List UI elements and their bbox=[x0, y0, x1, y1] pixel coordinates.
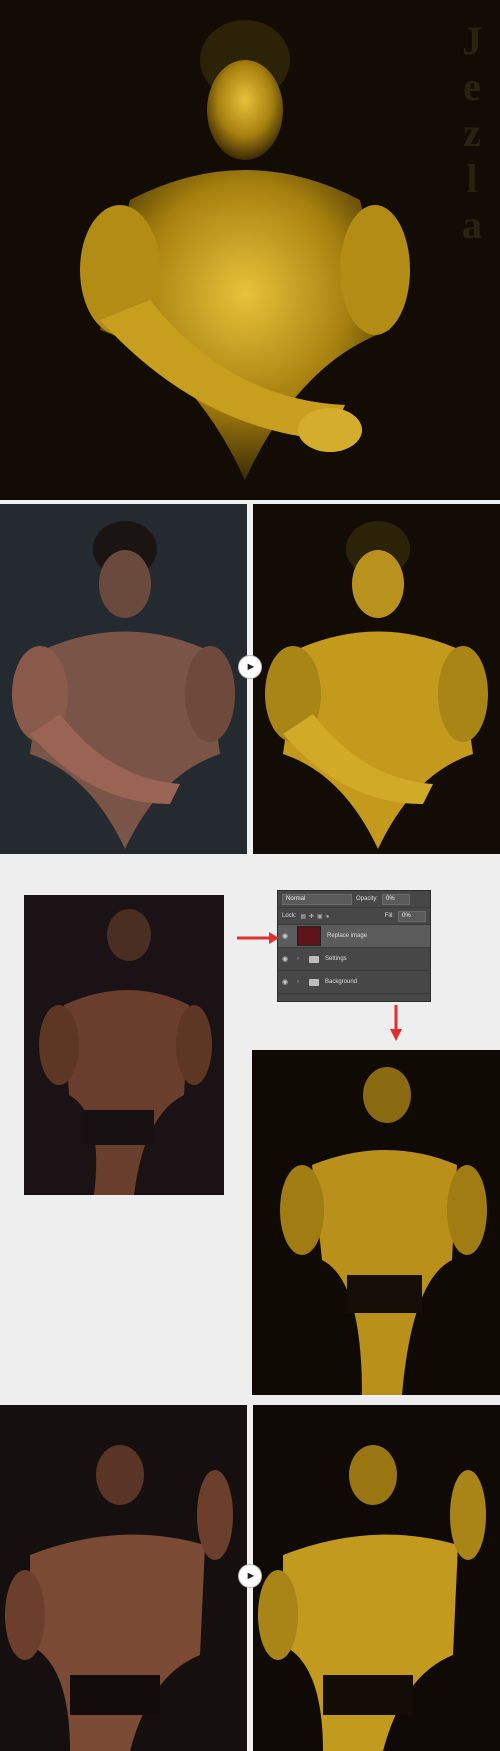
original-flex-photo bbox=[0, 1405, 247, 1751]
gold-flex-photo bbox=[253, 1405, 500, 1751]
watermark-letter: z bbox=[463, 110, 481, 155]
next-arrow-button: ► bbox=[239, 1565, 261, 1587]
layer-settings[interactable]: ◉ › Settings bbox=[278, 948, 430, 971]
blend-mode-select[interactable]: Normal bbox=[282, 893, 352, 905]
layer-name: Settings bbox=[325, 956, 347, 962]
output-gold-photo bbox=[252, 1050, 500, 1395]
next-arrow-button: ► bbox=[239, 656, 261, 678]
before-after-row-1: ► bbox=[0, 500, 500, 855]
fill-value: 0% bbox=[402, 913, 411, 919]
red-arrow-down bbox=[390, 1005, 402, 1041]
chevron-right-icon[interactable]: › bbox=[297, 979, 303, 985]
input-photo bbox=[24, 895, 224, 1195]
fill-input[interactable]: 0% bbox=[398, 910, 426, 922]
watermark-letter: J bbox=[462, 18, 482, 63]
watermark-letter: a bbox=[462, 202, 482, 247]
watermark: J e z l a bbox=[462, 18, 482, 248]
layer-name: Replace image bbox=[327, 933, 368, 939]
opacity-input[interactable]: 0% bbox=[382, 893, 411, 905]
hero-gold-photo: J e z l a bbox=[0, 0, 500, 500]
eye-icon[interactable]: ◉ bbox=[282, 978, 291, 986]
lock-icons[interactable]: ▦✚▣● bbox=[300, 913, 332, 920]
play-arrow-icon: ► bbox=[245, 1570, 257, 1582]
panel-top-bar: Normal Opacity: 0% bbox=[278, 891, 430, 908]
layer-background[interactable]: ◉ › Background bbox=[278, 971, 430, 994]
layer-name: Background bbox=[325, 979, 358, 985]
gold-result-photo bbox=[253, 504, 500, 854]
eye-icon[interactable]: ◉ bbox=[282, 932, 291, 940]
original-photo bbox=[0, 504, 247, 854]
before-after-row-2: ► bbox=[0, 1405, 500, 1751]
watermark-letter: l bbox=[466, 156, 478, 201]
eye-icon[interactable]: ◉ bbox=[282, 955, 291, 963]
fill-label: Fill: bbox=[384, 913, 394, 919]
opacity-value: 0% bbox=[386, 896, 395, 902]
watermark-letter: e bbox=[463, 64, 481, 109]
red-arrow-right bbox=[237, 932, 279, 944]
panel-lock-bar: Lock: ▦✚▣● Fill: 0% bbox=[278, 908, 430, 925]
layers-panel: Normal Opacity: 0% Lock: ▦✚▣● Fill: 0% ◉… bbox=[277, 890, 431, 1002]
folder-icon bbox=[309, 978, 319, 986]
lock-label: Lock: bbox=[282, 913, 297, 919]
blend-mode-value: Normal bbox=[286, 896, 306, 902]
gold-bodybuilder-image bbox=[0, 0, 500, 500]
play-arrow-icon: ► bbox=[245, 661, 257, 673]
workflow-row: Normal Opacity: 0% Lock: ▦✚▣● Fill: 0% ◉… bbox=[0, 855, 500, 1405]
opacity-label: Opacity: bbox=[356, 896, 379, 902]
smart-object-thumbnail bbox=[297, 926, 321, 946]
chevron-right-icon[interactable]: › bbox=[297, 956, 303, 962]
layer-replace-image[interactable]: ◉ Replace image bbox=[278, 925, 430, 948]
folder-icon bbox=[309, 955, 319, 963]
